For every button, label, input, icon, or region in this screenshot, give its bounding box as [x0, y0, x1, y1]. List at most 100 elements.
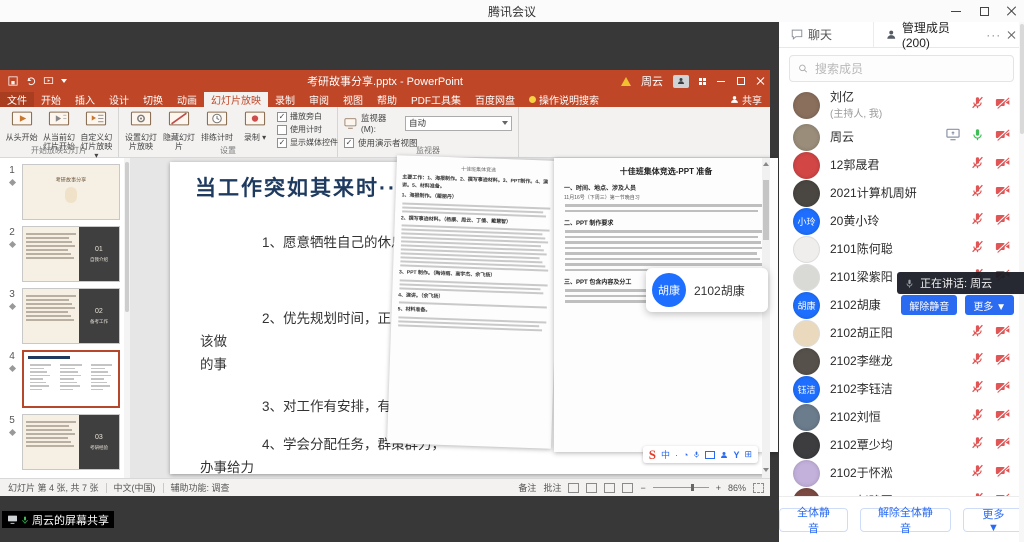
mic-off-icon[interactable]: [971, 408, 984, 426]
ime-emoji-icon[interactable]: ◔: [683, 450, 688, 460]
camera-off-icon[interactable]: [995, 464, 1010, 482]
save-icon[interactable]: [8, 76, 18, 86]
mic-off-icon[interactable]: [971, 436, 984, 454]
accessibility-status[interactable]: 辅助功能: 调查: [171, 481, 230, 494]
ime-tool-icon[interactable]: Y: [733, 450, 739, 460]
member-row[interactable]: 2101陈何聪: [779, 235, 1024, 263]
member-row[interactable]: 周云: [779, 123, 1024, 151]
ppt-tab-1[interactable]: 开始: [34, 92, 68, 107]
sorter-view-icon[interactable]: [586, 483, 597, 493]
mic-off-icon[interactable]: [971, 492, 984, 496]
reading-view-icon[interactable]: [604, 483, 615, 493]
checkbox-0[interactable]: [277, 112, 287, 122]
member-row[interactable]: 2102刘恒: [779, 403, 1024, 431]
slide-thumbnail-2[interactable]: 201自我介绍: [4, 226, 120, 282]
camera-off-icon[interactable]: [995, 492, 1010, 496]
member-row[interactable]: 2102覃少均: [779, 431, 1024, 459]
maximize-icon[interactable]: [978, 5, 990, 17]
member-row[interactable]: 钰洁2102李钰洁: [779, 375, 1024, 403]
fit-slide-icon[interactable]: [753, 483, 764, 493]
ime-mic-icon[interactable]: [693, 450, 700, 459]
unmute-all-button[interactable]: 解除全体静音: [860, 508, 951, 532]
camera-off-icon[interactable]: [995, 128, 1010, 146]
slide-scrollbar[interactable]: [762, 158, 770, 478]
search-input[interactable]: [813, 61, 1005, 77]
slide-thumbnail-3[interactable]: 302备考工作: [4, 288, 120, 344]
close-icon[interactable]: [1006, 5, 1018, 17]
camera-off-icon[interactable]: [995, 436, 1010, 454]
panel-close-icon[interactable]: [1007, 30, 1016, 40]
slide-thumbnail-5[interactable]: 503考研经验: [4, 414, 120, 470]
member-row[interactable]: 2102李继龙: [779, 347, 1024, 375]
mic-off-icon[interactable]: [971, 352, 984, 370]
mute-all-button[interactable]: 全体静音: [779, 508, 848, 532]
zoom-out-icon[interactable]: −: [640, 483, 645, 493]
zoom-level[interactable]: 86%: [728, 483, 746, 493]
sogou-logo-icon[interactable]: S: [649, 447, 656, 463]
mic-off-icon[interactable]: [971, 240, 984, 258]
member-more-button[interactable]: 更多 ▼: [965, 295, 1014, 315]
ppt-tab-8[interactable]: 审阅: [302, 92, 336, 107]
ppt-share-button[interactable]: 共享: [730, 92, 762, 107]
language-indicator[interactable]: 中文(中国): [114, 481, 156, 494]
undo-icon[interactable]: [25, 76, 36, 86]
panel-more-icon[interactable]: ···: [980, 28, 1007, 42]
camera-off-icon[interactable]: [995, 184, 1010, 202]
tell-me-search[interactable]: 操作说明搜索: [522, 92, 606, 107]
ppt-tab-7[interactable]: 录制: [268, 92, 302, 107]
camera-off-icon[interactable]: [995, 212, 1010, 230]
mic-on-icon[interactable]: [971, 128, 984, 146]
member-row[interactable]: 胡康2102胡康解除静音更多 ▼: [779, 291, 1024, 319]
ppt-tab-2[interactable]: 插入: [68, 92, 102, 107]
ime-mode-icon[interactable]: 中: [661, 448, 670, 461]
ime-cursor-icon[interactable]: ·: [675, 450, 678, 460]
checkbox-1[interactable]: [277, 125, 287, 135]
mic-off-icon[interactable]: [971, 184, 984, 202]
presence-icon[interactable]: [673, 75, 689, 88]
mic-off-icon[interactable]: [971, 96, 984, 114]
ribbon-button-排练计时[interactable]: 排练计时: [199, 110, 235, 142]
zoom-in-icon[interactable]: +: [716, 483, 721, 493]
camera-off-icon[interactable]: [995, 324, 1010, 342]
more-button[interactable]: 更多 ▼: [963, 508, 1024, 532]
ribbon-button-录制[interactable]: 录制 ▾: [237, 110, 273, 142]
camera-off-icon[interactable]: [995, 380, 1010, 398]
ribbon-button-从头开始[interactable]: 从头开始: [4, 110, 39, 142]
ime-keyboard-icon[interactable]: [705, 451, 715, 459]
ppt-tab-5[interactable]: 动画: [170, 92, 204, 107]
tab-manage-members[interactable]: 管理成员(200): [874, 22, 980, 47]
ppt-minimize-icon[interactable]: [716, 76, 726, 86]
camera-off-icon[interactable]: [995, 240, 1010, 258]
ppt-tab-3[interactable]: 设计: [102, 92, 136, 107]
mic-off-icon[interactable]: [971, 464, 984, 482]
ppt-tab-0[interactable]: 文件: [0, 92, 34, 107]
ime-grid-icon[interactable]: ⊞: [744, 449, 752, 460]
member-row[interactable]: 小玲20黄小玲: [779, 207, 1024, 235]
mic-off-icon[interactable]: [971, 324, 984, 342]
member-row[interactable]: 2021计算机周妍: [779, 179, 1024, 207]
ppt-tab-9[interactable]: 视图: [336, 92, 370, 107]
unmute-member-button[interactable]: 解除静音: [901, 295, 957, 315]
camera-off-icon[interactable]: [995, 156, 1010, 174]
camera-off-icon[interactable]: [995, 408, 1010, 426]
qat-dropdown-icon[interactable]: [61, 79, 67, 83]
screen-share-icon[interactable]: [946, 128, 960, 146]
camera-off-icon[interactable]: [995, 96, 1010, 114]
slide-thumbnail-1[interactable]: 1考研故事分享: [4, 164, 120, 220]
monitor-select[interactable]: 自动: [405, 116, 512, 131]
ppt-tab-6[interactable]: 幻灯片放映: [204, 92, 268, 107]
ppt-restore-icon[interactable]: [736, 76, 746, 86]
ppt-close-icon[interactable]: [756, 76, 766, 86]
ppt-tab-10[interactable]: 帮助: [370, 92, 404, 107]
normal-view-icon[interactable]: [568, 483, 579, 493]
member-row[interactable]: 2102赵骏图: [779, 487, 1024, 496]
mic-off-icon[interactable]: [971, 156, 984, 174]
ppt-tab-4[interactable]: 切换: [136, 92, 170, 107]
member-row[interactable]: 12郭晟君: [779, 151, 1024, 179]
member-row[interactable]: 刘亿(主持人, 我): [779, 87, 1024, 123]
minimize-icon[interactable]: [950, 5, 962, 17]
camera-off-icon[interactable]: [995, 352, 1010, 370]
notes-button[interactable]: 备注: [518, 481, 536, 494]
mic-off-icon[interactable]: [971, 212, 984, 230]
member-row[interactable]: 2102胡正阳: [779, 319, 1024, 347]
